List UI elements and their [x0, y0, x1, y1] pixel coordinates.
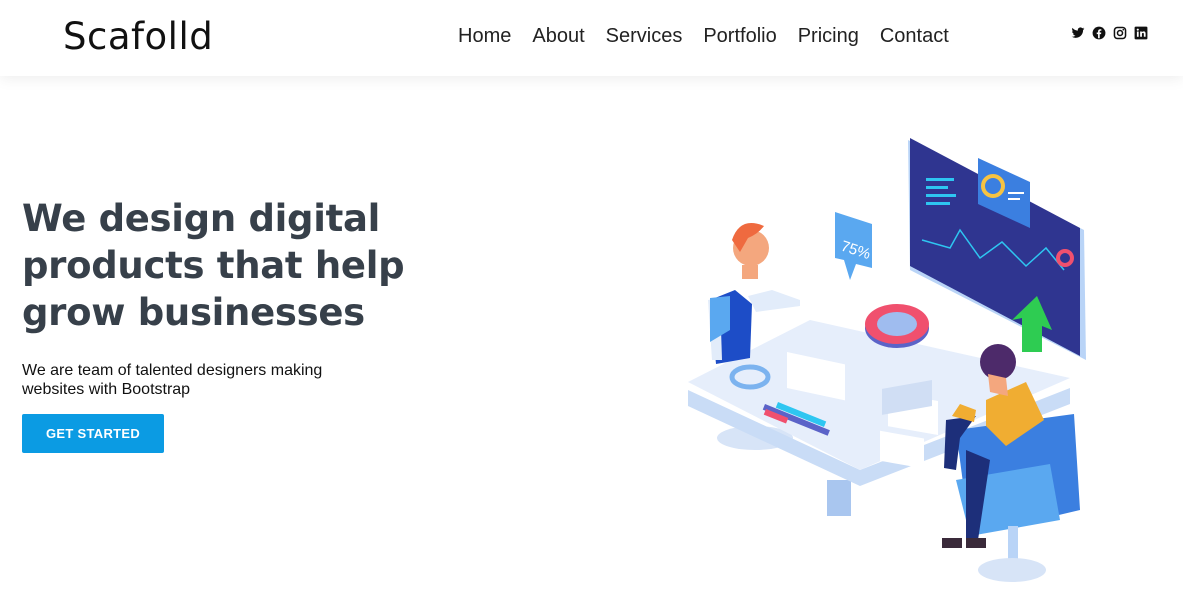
table-donut-chart: [865, 304, 929, 348]
table-leg: [827, 480, 851, 516]
nav-item-portfolio[interactable]: Portfolio: [703, 24, 776, 48]
hero-subtitle: We are team of talented designers making…: [22, 362, 323, 398]
main-nav: Home About Services Portfolio Pricing Co…: [458, 24, 970, 48]
nav-item-services[interactable]: Services: [606, 24, 683, 48]
nav-item-pricing[interactable]: Pricing: [798, 24, 859, 48]
get-started-button[interactable]: GET STARTED: [22, 414, 164, 453]
social-links: [1071, 26, 1148, 40]
instagram-icon[interactable]: [1113, 26, 1127, 40]
nav-item-about[interactable]: About: [532, 24, 584, 48]
nav-item-contact[interactable]: Contact: [880, 24, 949, 48]
site-header: Scafolld Home About Services Portfolio P…: [0, 0, 1183, 76]
linkedin-icon[interactable]: [1134, 26, 1148, 40]
twitter-icon[interactable]: [1071, 26, 1085, 40]
brand-logo[interactable]: Scafolld: [63, 14, 213, 60]
facebook-icon[interactable]: [1092, 26, 1106, 40]
nav-item-home[interactable]: Home: [458, 24, 511, 48]
hero-title: We design digital products that help gro…: [22, 197, 405, 334]
percentage-badge: 75%: [835, 212, 873, 280]
team-meeting-illustration: 75%: [688, 138, 1086, 582]
